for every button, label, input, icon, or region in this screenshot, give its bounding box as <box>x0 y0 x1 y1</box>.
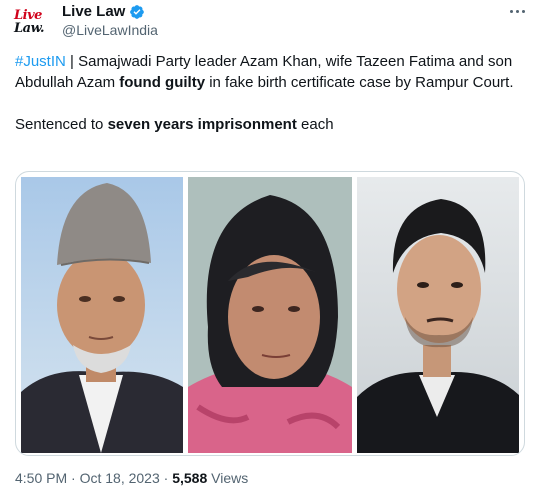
meta-separator: · <box>67 470 80 486</box>
tweet-meta: 4:50 PM · Oct 18, 2023 · 5,588 Views <box>15 470 248 486</box>
tweet-line2-bold: seven years imprisonment <box>107 116 297 133</box>
young-man-photo[interactable] <box>357 177 519 453</box>
man-with-cap-photo[interactable] <box>21 177 183 453</box>
post-time[interactable]: 4:50 PM <box>15 470 67 486</box>
meta-separator: · <box>159 470 173 486</box>
author-name-row: Live Law <box>62 3 145 20</box>
views-label: Views <box>207 470 249 486</box>
tweet-text-part2: in fake birth certificate case by Rampur… <box>205 74 514 91</box>
verified-badge-icon <box>129 4 145 20</box>
media-container[interactable] <box>15 171 525 456</box>
views-count: 5,588 <box>172 470 208 486</box>
more-options-icon[interactable] <box>507 1 527 21</box>
tweet-paragraph-1: #JustIN | Samajwadi Party leader Azam Kh… <box>15 51 530 93</box>
author-handle[interactable]: @LiveLawIndia <box>62 22 158 38</box>
tweet-text-bold1: found guilty <box>119 74 206 91</box>
avatar[interactable]: Live Law. <box>14 5 52 39</box>
tweet-card: Live Law. Live Law @LiveLawIndia #JustIN… <box>0 0 541 501</box>
elderly-woman-photo[interactable] <box>188 177 352 453</box>
tweet-text: #JustIN | Samajwadi Party leader Azam Kh… <box>15 51 530 135</box>
avatar-logo-line2: Law. <box>14 21 44 36</box>
hashtag-link[interactable]: #JustIN <box>15 53 66 70</box>
tweet-paragraph-2: Sentenced to seven years imprisonment ea… <box>15 114 530 135</box>
tweet-line2-part1: Sentenced to <box>15 116 108 133</box>
author-name[interactable]: Live Law <box>62 3 125 20</box>
tweet-line2-part2: each <box>296 116 334 133</box>
post-date[interactable]: Oct 18, 2023 <box>80 470 160 486</box>
